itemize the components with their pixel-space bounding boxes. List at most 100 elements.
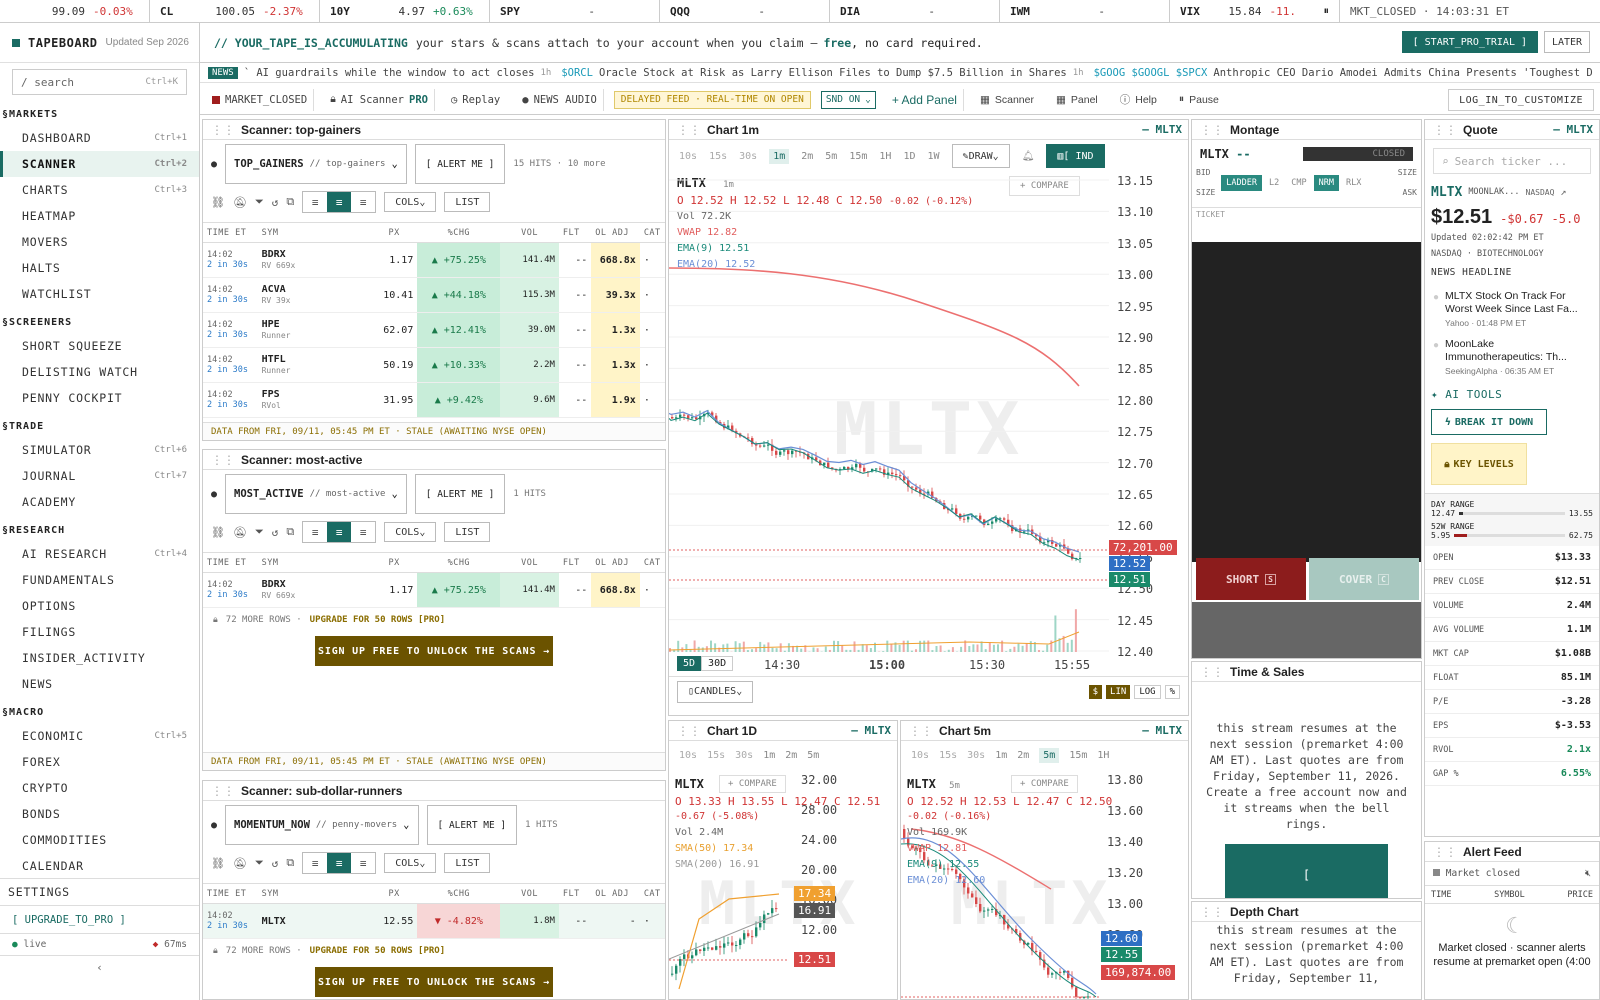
montage-tab-ladder[interactable]: LADDER [1221,175,1262,191]
sidebar-item-watchlist[interactable]: WATCHLIST [0,281,199,307]
interval-1W[interactable]: 1W [927,151,939,162]
popout-icon[interactable]: ⧉ [286,856,294,870]
row-symbol[interactable]: ACVA RV 39x [257,277,371,313]
external-link-icon[interactable]: ↗ [1560,187,1566,198]
column-header-chg[interactable]: %CHG [417,883,501,904]
interval-15s[interactable]: 15s [707,750,725,761]
table-row[interactable]: 14:02 2 in 30s BDRX RV 669x 1.17 ▲ +75.25% 141… [203,242,665,278]
interval-15m[interactable]: 15m [849,151,867,162]
column-header-flt[interactable]: FLT [558,222,592,243]
sidebar-item-dashboard[interactable]: DASHBOARD Ctrl+1 [0,125,199,151]
column-header-adj[interactable]: OL ADJ [591,883,640,904]
news-list-item[interactable]: ● MoonLake Immunotherapeutics: Th... Seeki… [1425,334,1599,382]
interval-1H[interactable]: 1H [879,151,891,162]
ticker-item[interactable]: DIA - [830,0,1000,22]
help-button[interactable]: ⓘ Help [1114,89,1163,111]
sidebar-item-filings[interactable]: FILINGS [0,619,199,645]
density-option-icon[interactable]: ≡ [327,853,352,873]
news-audio-toggle[interactable]: ● NEWS AUDIO [516,88,604,111]
log-scale-button[interactable]: LOG [1134,684,1161,699]
interval-5m[interactable]: 5m [825,151,837,162]
key-levels-button[interactable]: 🔒︎ KEY LEVELS [1431,443,1527,485]
alert-me-button[interactable]: [ ALERT ME ] [414,144,506,184]
filter-icon[interactable]: ⏷ [255,195,264,209]
upgrade-to-pro-link[interactable]: [ UPGRADE_TO_PRO ] [0,905,199,933]
column-header-sym[interactable]: SYM [257,552,371,573]
density-toggle[interactable]: ≡ ≡ ≡ [302,521,377,543]
sidebar-item-journal[interactable]: JOURNAL Ctrl+7 [0,463,199,489]
density-option-icon[interactable]: ≡ [327,192,352,212]
density-option-icon[interactable]: ≡ [303,192,327,212]
indicators-button[interactable]: ▥ [ IND [1046,144,1105,168]
mute-icon[interactable]: 🔕︎ [233,526,247,539]
column-header-chg[interactable]: %CHG [417,222,501,243]
range-30d[interactable]: 30D [701,656,734,671]
table-row[interactable]: 14:02 2 in 30s HTFL Runner 50.19 ▲ +10.33% 2.2… [203,347,665,383]
column-header-vol[interactable]: VOL [500,552,559,573]
montage-tab-nrm[interactable]: NRM [1313,175,1339,191]
column-header-px[interactable]: PX [370,552,418,573]
create-account-button[interactable]: [ [1225,844,1388,898]
news-item[interactable]: NEWS ` AI guardrails while the window to … [208,66,551,79]
ticker-item[interactable]: IWM - [1000,0,1170,22]
interval-30s[interactable]: 30s [739,151,757,162]
alert-me-button[interactable]: [ ALERT ME ] [414,474,506,514]
drag-handle-icon[interactable]: ⋮⋮ [211,784,235,798]
column-header-cat[interactable]: CAT [639,222,665,243]
mute-icon[interactable]: 🔕︎ [233,196,247,209]
montage-tab-cmp[interactable]: CMP [1286,175,1311,191]
ticker-item[interactable]: 99.09 -0.03% [0,0,150,22]
sidebar-item-insider-activity[interactable]: INSIDER_ACTIVITY [0,645,199,671]
sidebar-item-scanner[interactable]: SCANNER Ctrl+2 [0,151,199,177]
montage-tab-rlx[interactable]: RLX [1341,175,1366,191]
montage-tab-l2[interactable]: L2 [1264,175,1284,191]
table-row[interactable]: 14:02 2 in 30s MLTX 12.55 ▼ -4.82% 1.8M -- - · [203,903,665,939]
column-header-vol[interactable]: VOL [500,222,559,243]
cover-button[interactable]: COVER C [1309,558,1419,600]
search-input[interactable]: / search Ctrl+K [12,69,187,95]
sidebar-item-fundamentals[interactable]: FUNDAMENTALS [0,567,199,593]
mute-icon[interactable]: 🔇︎ [1585,868,1591,879]
chart-type-select[interactable]: ▯ CANDLES ⌄ [677,680,754,703]
interval-15s[interactable]: 15s [709,151,727,162]
sidebar-item-crypto[interactable]: CRYPTO [0,775,199,801]
list-button[interactable]: LIST [444,192,491,212]
sidebar-item-academy[interactable]: ACADEMY [0,489,199,515]
history-icon[interactable]: ↺ [272,526,279,539]
sidebar-item-ai-research[interactable]: AI RESEARCH Ctrl+4 [0,541,199,567]
scanner-preset-select[interactable]: MOMENTUM_NOW// penny-movers ⌄ [225,805,419,845]
sign-up-button[interactable]: SIGN UP FREE TO UNLOCK THE SCANS → [315,967,553,997]
interval-30s[interactable]: 30s [735,750,753,761]
lin-scale-button[interactable]: LIN [1106,684,1131,699]
sidebar-item-charts[interactable]: CHARTS Ctrl+3 [0,177,199,203]
interval-10s[interactable]: 10s [679,750,697,761]
cols-button[interactable]: COLS ⌄ [384,853,437,873]
sidebar-item-calendar[interactable]: CALENDAR [0,853,199,879]
ticker-item[interactable]: QQQ - [660,0,830,22]
density-toggle[interactable]: ≡ ≡ ≡ [302,191,377,213]
ticker-item[interactable]: SPY - [490,0,660,22]
table-row[interactable]: 14:02 2 in 30s HPE Runner 62.07 ▲ +12.41% 39.0… [203,312,665,348]
ai-scanner-toggle[interactable]: 🔒︎ AI Scanner PRO [324,88,435,111]
drag-handle-icon[interactable]: ⋮⋮ [211,453,235,467]
short-button[interactable]: SHORT S [1196,558,1306,600]
break-it-down-button[interactable]: ϟ BREAK IT DOWN [1431,409,1547,435]
add-panel-button[interactable]: + Add Panel [886,88,964,111]
interval-2m[interactable]: 2m [801,151,813,162]
interval-5m[interactable]: 5m [807,750,819,761]
sidebar-item-news[interactable]: NEWS [0,671,199,697]
density-option-icon[interactable]: ≡ [303,522,327,542]
history-icon[interactable]: ↺ [272,857,279,870]
list-button[interactable]: LIST [444,522,491,542]
replay-button[interactable]: ◷ Replay [445,89,506,111]
settings-link[interactable]: SETTINGS [0,879,199,905]
scanner-preset-select[interactable]: TOP_GAINERS// top-gainers ⌄ [225,144,407,184]
row-symbol[interactable]: MLTX [257,903,371,939]
table-row[interactable]: 14:02 2 in 30s ACVA RV 39x 10.41 ▲ +44.18% 115… [203,277,665,313]
cols-button[interactable]: COLS ⌄ [384,192,437,212]
sidebar-item-movers[interactable]: MOVERS [0,229,199,255]
pause-button[interactable]: ⏸︎ Pause [1173,89,1225,111]
sidebar-item-options[interactable]: OPTIONS [0,593,199,619]
interval-10s[interactable]: 10s [679,151,697,162]
density-option-icon[interactable]: ≡ [351,522,375,542]
